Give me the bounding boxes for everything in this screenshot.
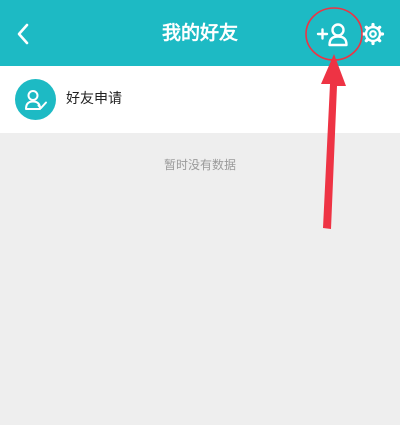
my-friends-page: 我的好友 好友申请 暂时没有数据: [0, 0, 400, 425]
empty-state-text: 暂时没有数据: [163, 158, 236, 172]
friend-request-label: 好友申请: [66, 91, 122, 107]
settings-button[interactable]: [358, 19, 388, 49]
gear-icon: [361, 22, 385, 46]
friend-list: 好友申请: [0, 66, 400, 133]
add-person-icon: [316, 23, 348, 47]
friend-request-icon: [24, 89, 47, 110]
back-button[interactable]: [8, 17, 38, 51]
add-friend-button[interactable]: [314, 19, 352, 49]
chevron-left-icon: [17, 23, 29, 45]
top-bar: 我的好友: [0, 0, 400, 66]
friend-request-avatar: [15, 79, 56, 120]
page-title: 我的好友: [161, 22, 238, 44]
friend-request-item[interactable]: 好友申请: [0, 66, 400, 133]
